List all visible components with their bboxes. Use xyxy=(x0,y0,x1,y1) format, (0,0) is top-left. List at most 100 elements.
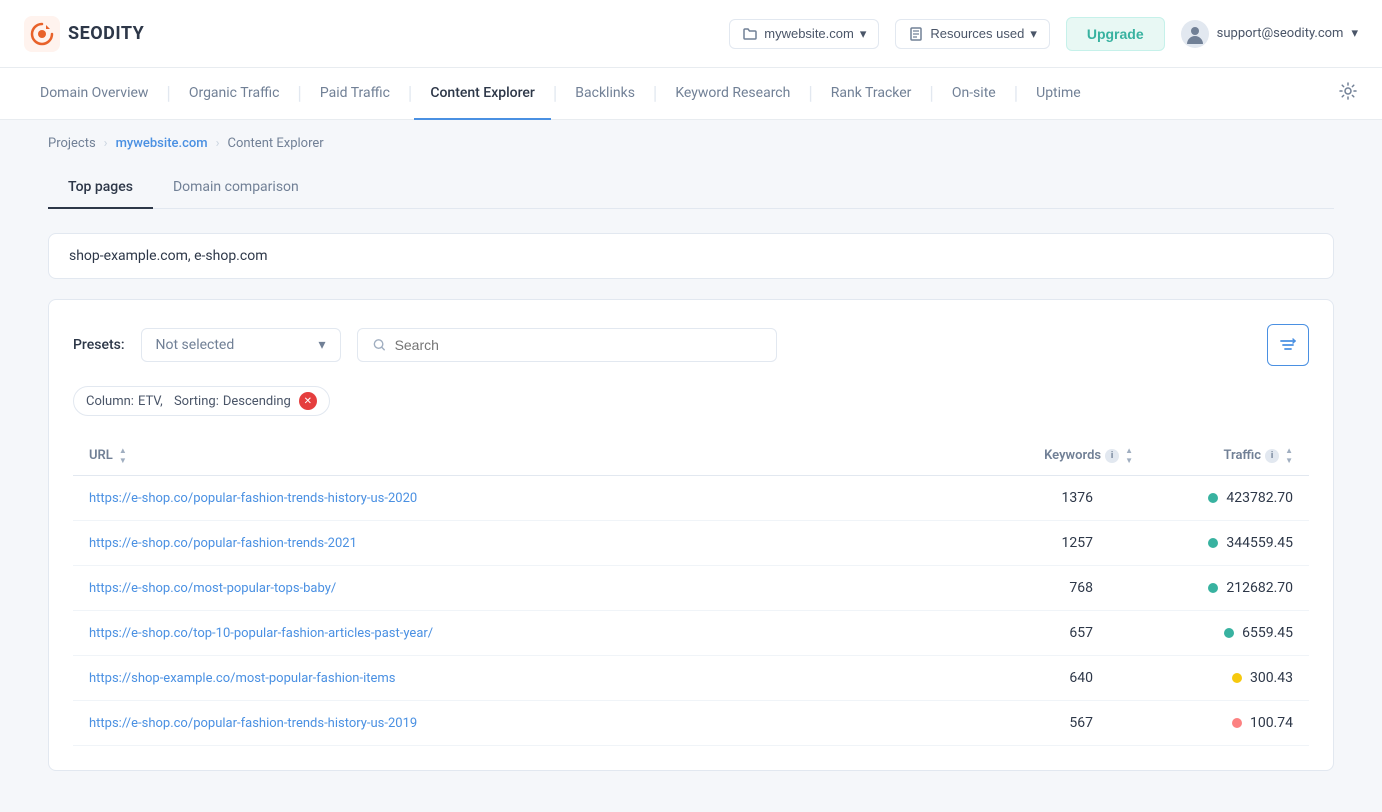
breadcrumb: Projects › mywebsite.com › Content Explo… xyxy=(0,120,1382,167)
nav-item-domain-overview[interactable]: Domain Overview xyxy=(24,68,164,120)
traffic-dot xyxy=(1224,628,1234,638)
breadcrumb-page: Content Explorer xyxy=(228,136,324,151)
traffic-dot xyxy=(1208,583,1218,593)
table-row: https://e-shop.co/most-popular-tops-baby… xyxy=(73,566,1309,611)
keywords-cell: 768 xyxy=(973,580,1133,596)
keywords-cell: 657 xyxy=(973,625,1133,641)
logo-icon xyxy=(24,16,60,52)
table-row: https://shop-example.co/most-popular-fas… xyxy=(73,656,1309,701)
url-cell[interactable]: https://e-shop.co/most-popular-tops-baby… xyxy=(89,581,973,596)
resources-btn[interactable]: Resources used ▾ xyxy=(895,19,1049,49)
search-icon xyxy=(372,337,387,353)
traffic-value: 212682.70 xyxy=(1226,580,1293,596)
nav-sep-3: | xyxy=(406,83,414,104)
nav-item-rank-tracker[interactable]: Rank Tracker xyxy=(815,68,928,120)
tab-domain-comparison[interactable]: Domain comparison xyxy=(153,167,319,209)
breadcrumb-sep-2: › xyxy=(216,136,220,151)
th-url[interactable]: URL ▲ ▼ xyxy=(89,446,973,465)
presets-dropdown[interactable]: Not selected ▾ xyxy=(141,328,341,362)
th-keywords[interactable]: Keywords i ▲ ▼ xyxy=(973,446,1133,465)
url-cell[interactable]: https://e-shop.co/popular-fashion-trends… xyxy=(89,491,973,506)
url-cell[interactable]: https://e-shop.co/top-10-popular-fashion… xyxy=(89,626,973,641)
resources-chevron: ▾ xyxy=(1030,26,1037,42)
preset-value: Not selected xyxy=(156,337,235,353)
url-cell[interactable]: https://e-shop.co/popular-fashion-trends… xyxy=(89,536,973,551)
logo-text: SEODITY xyxy=(68,23,144,44)
content-tabs: Top pages Domain comparison xyxy=(48,167,1334,209)
nav-sep-2: | xyxy=(295,83,303,104)
breadcrumb-website[interactable]: mywebsite.com xyxy=(116,136,208,151)
url-cell[interactable]: https://e-shop.co/popular-fashion-trends… xyxy=(89,716,973,731)
tab-top-pages[interactable]: Top pages xyxy=(48,167,153,209)
domain-list: shop-example.com, e-shop.com xyxy=(69,248,267,264)
resources-label: Resources used xyxy=(930,26,1024,41)
website-chevron: ▾ xyxy=(860,26,867,42)
url-sort-arrows: ▲ ▼ xyxy=(119,446,127,465)
nav-sep-5: | xyxy=(651,83,659,104)
keywords-cell: 567 xyxy=(973,715,1133,731)
nav-item-content-explorer[interactable]: Content Explorer xyxy=(414,68,551,120)
resources-icon xyxy=(908,26,924,42)
nav-item-keyword-research[interactable]: Keyword Research xyxy=(659,68,806,120)
header-right: mywebsite.com ▾ Resources used ▾ Upgrade… xyxy=(729,17,1358,51)
remove-filter-button[interactable]: ✕ xyxy=(299,392,317,410)
presets-label: Presets: xyxy=(73,337,125,353)
nav-item-organic-traffic[interactable]: Organic Traffic xyxy=(173,68,296,120)
table-row: https://e-shop.co/top-10-popular-fashion… xyxy=(73,611,1309,656)
keywords-cell: 640 xyxy=(973,670,1133,686)
user-chevron: ▾ xyxy=(1351,26,1358,41)
traffic-dot xyxy=(1208,538,1218,548)
website-label: mywebsite.com xyxy=(764,26,854,41)
breadcrumb-sep-1: › xyxy=(104,136,108,151)
sort-button[interactable] xyxy=(1267,324,1309,366)
traffic-cell: 100.74 xyxy=(1133,715,1293,731)
traffic-dot xyxy=(1232,718,1242,728)
table-body: https://e-shop.co/popular-fashion-trends… xyxy=(73,476,1309,746)
nav-item-uptime[interactable]: Uptime xyxy=(1020,68,1097,120)
filter-tags-row: Column: ETV, Sorting: Descending ✕ xyxy=(73,386,1309,416)
keywords-sort-arrows: ▲ ▼ xyxy=(1125,446,1133,465)
traffic-cell: 6559.45 xyxy=(1133,625,1293,641)
table-row: https://e-shop.co/popular-fashion-trends… xyxy=(73,701,1309,746)
breadcrumb-projects[interactable]: Projects xyxy=(48,136,96,151)
nav-item-backlinks[interactable]: Backlinks xyxy=(559,68,651,120)
search-input[interactable] xyxy=(395,337,762,353)
nav-sep-1: | xyxy=(164,83,172,104)
table-row: https://e-shop.co/popular-fashion-trends… xyxy=(73,476,1309,521)
folder-icon xyxy=(742,26,758,42)
nav-sep-8: | xyxy=(1012,83,1020,104)
traffic-value: 423782.70 xyxy=(1226,490,1293,506)
traffic-value: 100.74 xyxy=(1250,715,1293,731)
domain-input-area[interactable]: shop-example.com, e-shop.com xyxy=(48,233,1334,279)
nav-item-on-site[interactable]: On-site xyxy=(936,68,1012,120)
upgrade-button[interactable]: Upgrade xyxy=(1066,17,1165,51)
traffic-cell: 423782.70 xyxy=(1133,490,1293,506)
main-nav: Domain Overview | Organic Traffic | Paid… xyxy=(0,68,1382,120)
settings-icon[interactable] xyxy=(1338,81,1358,106)
column-label: Column: xyxy=(86,394,134,409)
keywords-cell: 1376 xyxy=(973,490,1133,506)
website-selector[interactable]: mywebsite.com ▾ xyxy=(729,19,879,49)
user-email: support@seodity.com xyxy=(1217,26,1344,41)
nav-sep-6: | xyxy=(806,83,814,104)
th-traffic[interactable]: Traffic i ▲ ▼ xyxy=(1133,446,1293,465)
traffic-dot xyxy=(1232,673,1242,683)
sorting-label: Sorting: xyxy=(174,394,219,409)
traffic-sort-arrows: ▲ ▼ xyxy=(1285,446,1293,465)
traffic-cell: 344559.45 xyxy=(1133,535,1293,551)
search-box[interactable] xyxy=(357,328,777,362)
traffic-dot xyxy=(1208,493,1218,503)
nav-item-paid-traffic[interactable]: Paid Traffic xyxy=(304,68,406,120)
user-menu[interactable]: support@seodity.com ▾ xyxy=(1181,20,1358,48)
keywords-info-icon: i xyxy=(1105,449,1119,463)
traffic-cell: 300.43 xyxy=(1133,670,1293,686)
header: SEODITY mywebsite.com ▾ Resources used ▾… xyxy=(0,0,1382,68)
preset-chevron: ▾ xyxy=(318,337,325,353)
table-header: URL ▲ ▼ Keywords i ▲ ▼ Traffic i ▲ xyxy=(73,436,1309,476)
avatar-icon xyxy=(1181,20,1209,48)
main-card: Presets: Not selected ▾ xyxy=(48,299,1334,771)
logo-area: SEODITY xyxy=(24,16,144,52)
sort-icon xyxy=(1279,336,1297,354)
url-cell[interactable]: https://shop-example.co/most-popular-fas… xyxy=(89,671,973,686)
traffic-value: 6559.45 xyxy=(1242,625,1293,641)
